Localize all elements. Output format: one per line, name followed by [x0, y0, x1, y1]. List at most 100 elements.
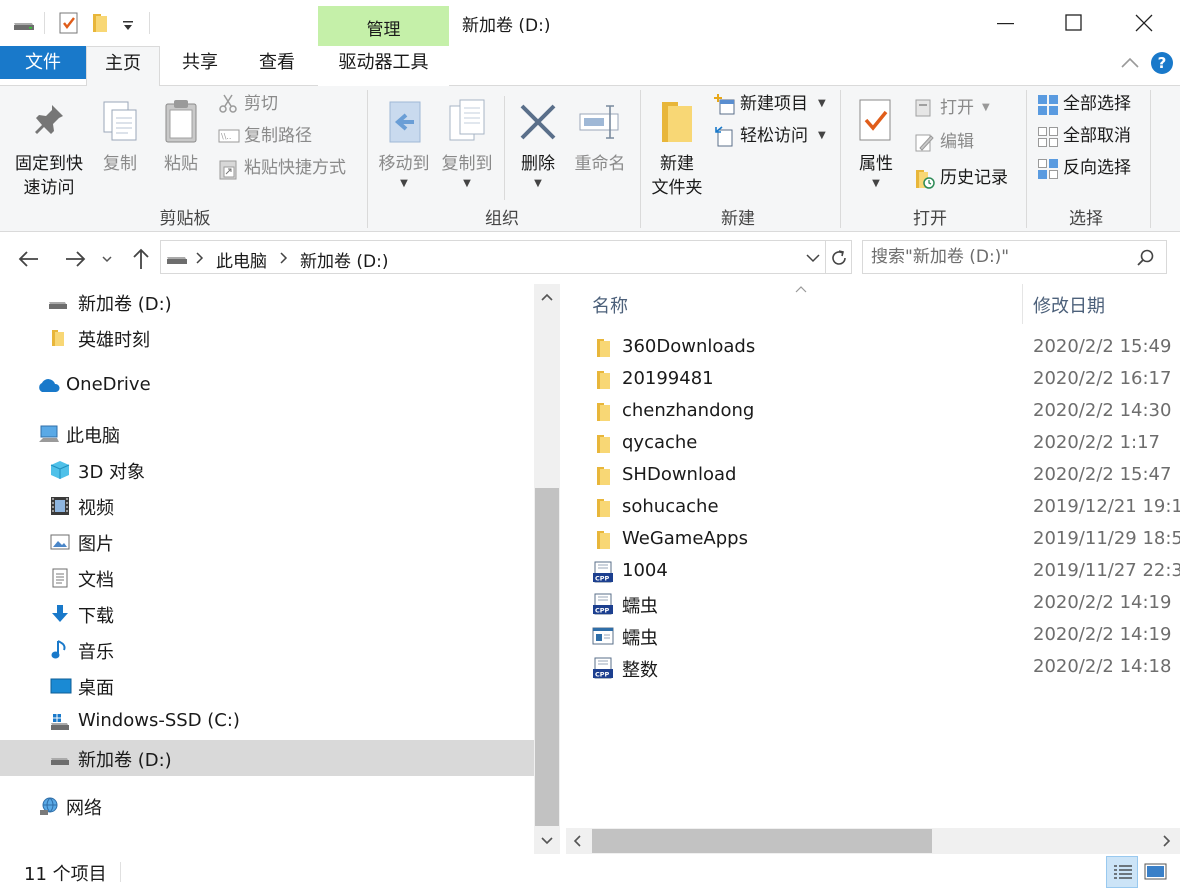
nav-item-desktop[interactable]: 桌面: [0, 668, 534, 704]
properties-check-icon[interactable]: [59, 12, 79, 39]
file-date-modified: 2020/2/2 15:47: [1033, 464, 1172, 485]
nav-item-drive-d[interactable]: 新加卷 (D:): [0, 740, 534, 776]
forward-button[interactable]: [62, 246, 88, 272]
nav-item-downloads[interactable]: 下载: [0, 596, 534, 632]
breadcrumb-this-pc[interactable]: 此电脑: [216, 247, 267, 272]
paste-button[interactable]: 粘贴: [156, 92, 206, 202]
edit-button[interactable]: 编辑: [914, 128, 1014, 156]
folder-icon: [592, 497, 614, 519]
copy-button[interactable]: 复制: [96, 92, 144, 202]
file-row[interactable]: WeGameApps 2019/11/29 18:5: [566, 524, 1180, 556]
file-row[interactable]: 蠕虫 2020/2/2 14:19: [566, 620, 1180, 652]
horizontal-scroll-thumb[interactable]: [592, 829, 932, 853]
nav-scrollbar[interactable]: [534, 284, 560, 854]
search-input[interactable]: [871, 245, 1121, 269]
breadcrumb-drive-d[interactable]: 新加卷 (D:): [300, 247, 389, 272]
minimize-button[interactable]: [983, 0, 1029, 46]
properties-button[interactable]: 属性 ▼: [846, 92, 906, 202]
rename-icon: [579, 105, 619, 139]
file-name: chenzhandong: [622, 400, 755, 421]
file-row[interactable]: SHDownload 2020/2/2 15:47: [566, 460, 1180, 492]
nav-label: Windows-SSD (C:): [78, 710, 240, 731]
easy-access-label: 轻松访问: [740, 126, 808, 146]
file-row[interactable]: CPP 整数 2020/2/2 14:18: [566, 652, 1180, 684]
back-button[interactable]: [16, 246, 42, 272]
file-name: 蠕虫: [622, 628, 658, 649]
large-icons-view-button[interactable]: [1140, 856, 1172, 888]
nav-item-drive-d-quick[interactable]: 新加卷 (D:): [0, 284, 534, 320]
move-to-button[interactable]: 移动到 ▼: [372, 92, 436, 202]
file-row[interactable]: CPP 1004 2019/11/27 22:3: [566, 556, 1180, 588]
file-date-modified: 2020/2/2 14:19: [1033, 592, 1172, 613]
tab-file[interactable]: 文件: [0, 46, 86, 79]
tab-drive-tools[interactable]: 驱动器工具: [318, 46, 449, 86]
edit-label: 编辑: [940, 132, 974, 152]
maximize-button[interactable]: [1051, 0, 1097, 46]
nav-item-windows-ssd[interactable]: Windows-SSD (C:): [0, 704, 534, 740]
history-button[interactable]: 历史记录: [914, 164, 1024, 192]
horizontal-scrollbar[interactable]: [566, 828, 1180, 854]
nav-item-network[interactable]: 网络: [0, 788, 534, 824]
nav-item-hero-moments[interactable]: 英雄时刻: [0, 320, 534, 356]
copy-to-button[interactable]: 复制到 ▼: [436, 92, 498, 202]
copy-path-button[interactable]: \\.. 复制路径: [218, 122, 358, 150]
search-box[interactable]: [862, 240, 1167, 274]
manage-context-tab[interactable]: 管理: [318, 6, 449, 46]
recent-locations-button[interactable]: [100, 246, 116, 272]
address-bar[interactable]: 此电脑 新加卷 (D:): [160, 240, 852, 274]
details-view-button[interactable]: [1106, 856, 1138, 888]
pin-quick-access-button[interactable]: 固定到快 速访问: [6, 92, 92, 202]
column-divider[interactable]: [1022, 284, 1023, 324]
help-icon[interactable]: ?: [1151, 52, 1173, 74]
chevron-down-icon: ▼: [818, 130, 826, 141]
file-row[interactable]: sohucache 2019/12/21 19:1: [566, 492, 1180, 524]
new-folder-icon[interactable]: [91, 12, 111, 39]
nav-scroll-thumb[interactable]: [535, 488, 559, 826]
nav-item-onedrive[interactable]: OneDrive: [0, 368, 534, 404]
file-row[interactable]: 360Downloads 2020/2/2 15:49: [566, 332, 1180, 364]
file-date-modified: 2019/12/21 19:1: [1033, 496, 1180, 517]
column-header-name[interactable]: 名称: [592, 292, 628, 318]
nav-item-3d-objects[interactable]: 3D 对象: [0, 452, 534, 488]
nav-item-this-pc[interactable]: 此电脑: [0, 416, 534, 452]
select-all-button[interactable]: 全部选择: [1037, 90, 1147, 118]
select-all-icon: [1038, 95, 1058, 115]
cpp-file-icon: CPP: [592, 593, 614, 615]
nav-label: 图片: [78, 534, 114, 555]
ribbon-separator: [1150, 90, 1151, 228]
nav-item-pictures[interactable]: 图片: [0, 524, 534, 560]
open-button[interactable]: 打开 ▼: [914, 94, 1014, 122]
nav-item-documents[interactable]: 文档: [0, 560, 534, 596]
cut-button[interactable]: 剪切: [218, 90, 358, 118]
rename-button[interactable]: 重命名: [568, 92, 632, 202]
chevron-down-icon: ▼: [400, 178, 408, 189]
up-button[interactable]: [128, 246, 154, 272]
easy-access-button[interactable]: 轻松访问 ▼: [714, 122, 832, 150]
folder-icon: [592, 369, 614, 391]
new-folder-label-1: 新建: [660, 154, 694, 174]
tab-view[interactable]: 查看: [244, 46, 310, 86]
new-item-button[interactable]: 新建项目 ▼: [714, 90, 832, 118]
nav-item-videos[interactable]: 视频: [0, 488, 534, 524]
collapse-ribbon-icon[interactable]: [1120, 54, 1140, 75]
file-row[interactable]: 20199481 2020/2/2 16:17: [566, 364, 1180, 396]
new-folder-label-2: 文件夹: [651, 178, 703, 198]
drive-icon: [167, 257, 187, 264]
nav-item-music[interactable]: 音乐: [0, 632, 534, 668]
close-button[interactable]: [1121, 0, 1167, 46]
paste-shortcut-button[interactable]: 粘贴快捷方式: [218, 154, 363, 182]
drive-icon[interactable]: [12, 12, 36, 37]
folder-icon: [592, 401, 614, 423]
file-row[interactable]: CPP 蠕虫 2020/2/2 14:19: [566, 588, 1180, 620]
invert-selection-button[interactable]: 反向选择: [1037, 154, 1147, 182]
column-header-modified[interactable]: 修改日期: [1033, 292, 1105, 318]
select-none-button[interactable]: 全部取消: [1037, 122, 1147, 150]
back-arrow-icon: [18, 251, 38, 267]
customize-toolbar-icon[interactable]: [122, 16, 134, 37]
delete-button[interactable]: 删除 ▼: [512, 92, 564, 202]
tab-share[interactable]: 共享: [166, 46, 234, 86]
tab-home[interactable]: 主页: [86, 46, 160, 87]
new-folder-button[interactable]: 新建 文件夹: [646, 92, 708, 202]
file-row[interactable]: chenzhandong 2020/2/2 14:30: [566, 396, 1180, 428]
file-row[interactable]: qycache 2020/2/2 1:17: [566, 428, 1180, 460]
